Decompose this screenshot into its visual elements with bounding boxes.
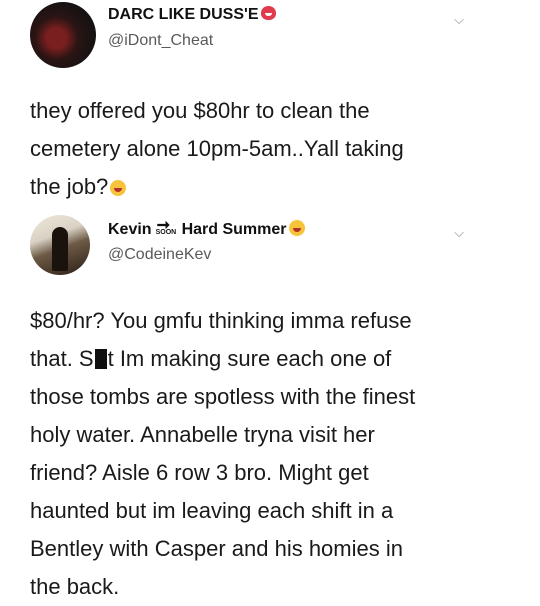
tweet-text: they offered you $80hr to clean the ceme… (30, 92, 500, 206)
display-name-part: Kevin (108, 221, 152, 238)
person-silhouette (52, 227, 68, 271)
text-line: they offered you $80hr to clean the (30, 98, 370, 123)
avatar[interactable] (30, 215, 90, 275)
chevron-down-icon[interactable]: ⌵ (454, 12, 464, 28)
text-line-part: t Im making sure each one of (107, 346, 392, 371)
user-handle[interactable]: @iDont_Cheat (108, 32, 213, 50)
text-line-part: the job? (30, 174, 109, 199)
tweet-text: $80/hr? You gmfu thinking imma refuse th… (30, 302, 500, 606)
display-name-text: DARC LIKE DUSS'E (108, 6, 259, 23)
text-line: the back. (30, 574, 120, 599)
text-line-part: that. S (30, 346, 94, 371)
text-line: $80/hr? You gmfu thinking imma refuse (30, 308, 412, 333)
display-name[interactable]: Kevin ➞ SOON Hard Summer (108, 217, 305, 239)
chevron-down-icon[interactable]: ⌵ (454, 225, 464, 241)
text-line: the job? (30, 168, 500, 206)
text-line: that. S t Im making sure each one of (30, 340, 500, 378)
text-line: friend? Aisle 6 row 3 bro. Might get (30, 460, 369, 485)
display-name-part: Hard Summer (181, 221, 287, 238)
text-line: cemetery alone 10pm-5am..Yall taking (30, 136, 404, 161)
text-line: haunted but im leaving each shift in a (30, 498, 394, 523)
user-handle[interactable]: @CodeineKev (108, 246, 211, 264)
soon-arrow-icon: ➞ SOON (155, 217, 179, 236)
text-line: those tombs are spotless with the finest (30, 384, 416, 409)
laughing-emoji-icon (110, 180, 127, 196)
smiling-devil-icon (261, 6, 277, 20)
grinning-sweat-emoji-icon (288, 220, 305, 236)
soon-label: SOON (155, 229, 177, 236)
tweet-original: DARC LIKE DUSS'E @iDont_Cheat ⌵ they off… (0, 0, 540, 205)
tweet-reply: Kevin ➞ SOON Hard Summer @CodeineKev ⌵ $80/… (0, 205, 540, 599)
avatar[interactable] (30, 2, 96, 68)
text-line: holy water. Annabelle tryna visit her (30, 422, 375, 447)
display-name[interactable]: DARC LIKE DUSS'E (108, 6, 277, 24)
censor-bar (94, 349, 107, 369)
text-line: Bentley with Casper and his homies in (30, 536, 403, 561)
